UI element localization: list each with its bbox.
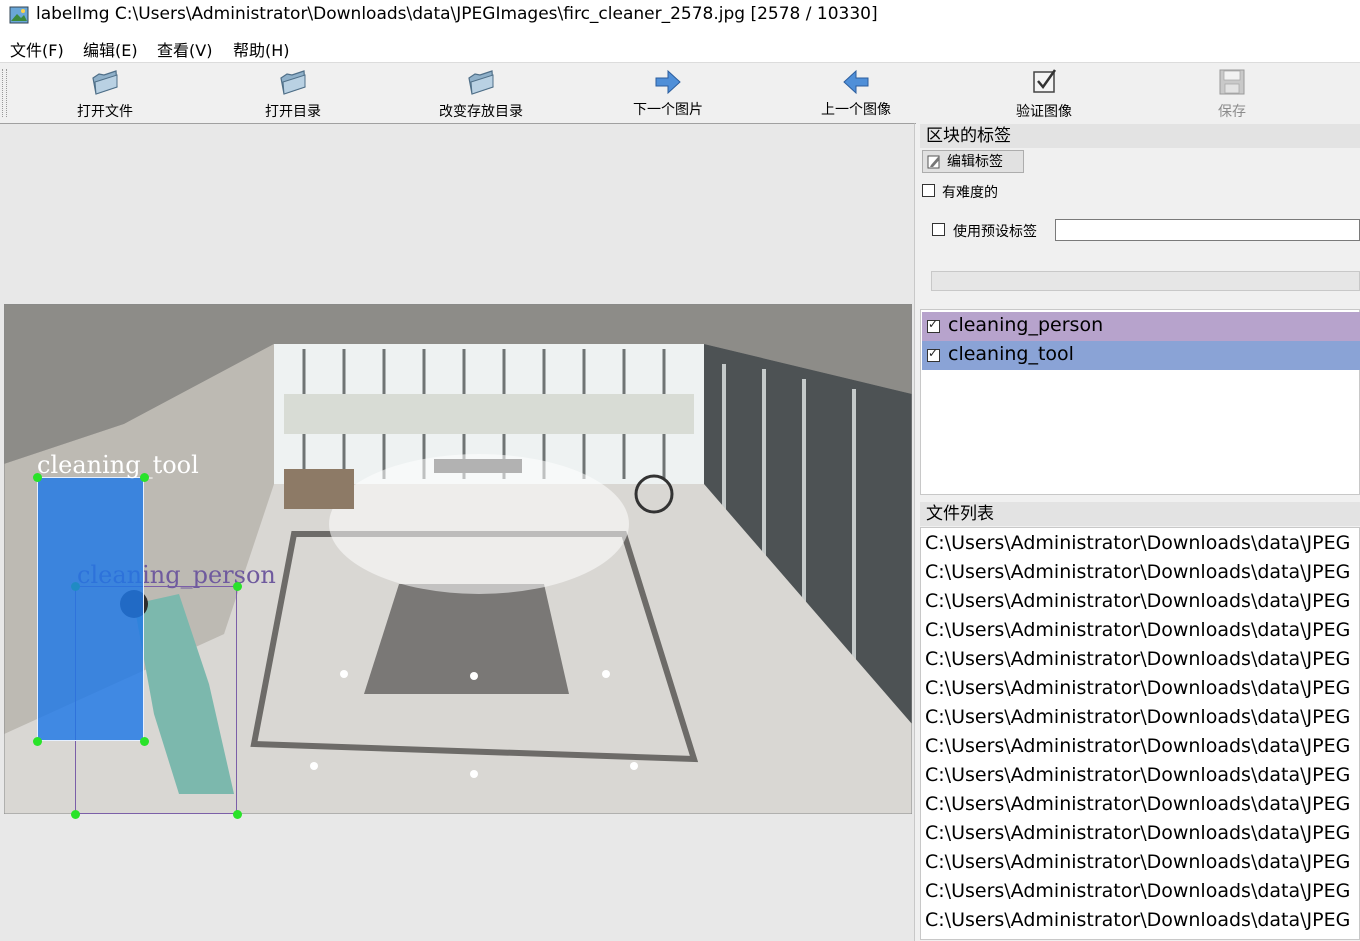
bbox-vertex[interactable] bbox=[33, 737, 42, 746]
change-save-dir-label: 改变存放目录 bbox=[439, 104, 523, 120]
open-file-button[interactable]: 打开文件 bbox=[40, 65, 170, 121]
annotation-canvas[interactable]: cleaning_person cleaning_tool bbox=[0, 123, 915, 941]
checkmark-box-icon bbox=[1033, 69, 1057, 93]
bbox-vertex[interactable] bbox=[33, 473, 42, 482]
open-dir-label: 打开目录 bbox=[265, 104, 321, 120]
file-list-dock-title: 文件列表 bbox=[920, 502, 1360, 526]
verify-image-button[interactable]: 验证图像 bbox=[979, 65, 1109, 121]
folder-icon bbox=[280, 70, 306, 95]
menu-edit[interactable]: 编辑(E) bbox=[83, 37, 138, 61]
label-list-item-text: cleaning_tool bbox=[948, 343, 1074, 365]
floppy-disk-icon bbox=[1219, 69, 1245, 95]
labelimg-app-icon bbox=[9, 6, 29, 24]
menu-file[interactable]: 文件(F) bbox=[10, 37, 64, 61]
bbox-cleaning-tool[interactable] bbox=[37, 477, 144, 741]
toolbar: 打开文件 打开目录 改变存放目录 下一个图片 上一个图像 验证图像 保存 bbox=[0, 62, 1360, 124]
label-visible-checkbox[interactable] bbox=[927, 346, 940, 362]
file-list-item[interactable]: C:\Users\Administrator\Downloads\data\JP… bbox=[925, 532, 1350, 561]
label-list-item[interactable]: cleaning_tool bbox=[922, 341, 1360, 370]
bbox-vertex[interactable] bbox=[71, 810, 80, 819]
file-list-item[interactable]: C:\Users\Administrator\Downloads\data\JP… bbox=[925, 909, 1350, 938]
edit-label-button[interactable]: 编辑标签 bbox=[922, 150, 1024, 173]
menu-view[interactable]: 查看(V) bbox=[157, 37, 212, 61]
folder-icon bbox=[92, 70, 118, 95]
file-list-item[interactable]: C:\Users\Administrator\Downloads\data\JP… bbox=[925, 706, 1350, 735]
file-list: C:\Users\Administrator\Downloads\data\JP… bbox=[920, 527, 1360, 940]
use-default-label-checkbox[interactable] bbox=[932, 223, 945, 236]
label-list-item[interactable]: cleaning_person bbox=[922, 312, 1360, 341]
arrow-left-icon bbox=[843, 69, 869, 95]
open-dir-button[interactable]: 打开目录 bbox=[228, 65, 358, 121]
menu-bar: 文件(F) 编辑(E) 查看(V) 帮助(H) bbox=[0, 32, 1360, 62]
save-label: 保存 bbox=[1218, 104, 1246, 120]
edit-pencil-icon bbox=[927, 155, 940, 169]
default-label-input[interactable] bbox=[1055, 219, 1360, 241]
difficult-label: 有难度的 bbox=[942, 185, 998, 201]
file-list-item[interactable]: C:\Users\Administrator\Downloads\data\JP… bbox=[925, 793, 1350, 822]
bbox-vertex[interactable] bbox=[233, 582, 242, 591]
save-button[interactable]: 保存 bbox=[1167, 65, 1297, 121]
next-image-button[interactable]: 下一个图片 bbox=[603, 65, 733, 121]
arrow-right-icon bbox=[655, 69, 681, 95]
file-list-item[interactable]: C:\Users\Administrator\Downloads\data\JP… bbox=[925, 648, 1350, 677]
file-list-item[interactable]: C:\Users\Administrator\Downloads\data\JP… bbox=[925, 735, 1350, 764]
file-list-item[interactable]: C:\Users\Administrator\Downloads\data\JP… bbox=[925, 677, 1350, 706]
bbox-vertex[interactable] bbox=[140, 473, 149, 482]
next-image-label: 下一个图片 bbox=[633, 102, 703, 118]
change-save-dir-button[interactable]: 改变存放目录 bbox=[416, 65, 546, 121]
file-list-item[interactable]: C:\Users\Administrator\Downloads\data\JP… bbox=[925, 590, 1350, 619]
label-list: cleaning_person cleaning_tool bbox=[920, 309, 1360, 495]
file-list-item[interactable]: C:\Users\Administrator\Downloads\data\JP… bbox=[925, 561, 1350, 590]
file-list-item[interactable]: C:\Users\Administrator\Downloads\data\JP… bbox=[925, 764, 1350, 793]
difficult-checkbox[interactable] bbox=[922, 184, 935, 197]
label-combo-box[interactable] bbox=[931, 271, 1360, 291]
verify-image-label: 验证图像 bbox=[1016, 104, 1072, 120]
open-file-label: 打开文件 bbox=[77, 104, 133, 120]
file-list-item[interactable]: C:\Users\Administrator\Downloads\data\JP… bbox=[925, 822, 1350, 851]
prev-image-label: 上一个图像 bbox=[821, 102, 891, 118]
box-labels-dock-title: 区块的标签 bbox=[920, 124, 1360, 148]
title-bar: labelImg C:\Users\Administrator\Download… bbox=[0, 0, 1360, 32]
file-list-item[interactable]: C:\Users\Administrator\Downloads\data\JP… bbox=[925, 880, 1350, 909]
label-list-item-text: cleaning_person bbox=[948, 314, 1104, 336]
file-list-item[interactable]: C:\Users\Administrator\Downloads\data\JP… bbox=[925, 619, 1350, 648]
menu-help[interactable]: 帮助(H) bbox=[233, 37, 290, 61]
prev-image-button[interactable]: 上一个图像 bbox=[791, 65, 921, 121]
bbox-vertex[interactable] bbox=[233, 810, 242, 819]
label-visible-checkbox[interactable] bbox=[927, 317, 940, 333]
file-list-item[interactable]: C:\Users\Administrator\Downloads\data\JP… bbox=[925, 851, 1350, 880]
bbox-vertex[interactable] bbox=[140, 737, 149, 746]
window-title: labelImg C:\Users\Administrator\Download… bbox=[36, 4, 878, 24]
toolbar-grip[interactable] bbox=[2, 69, 7, 117]
right-dock-panel: 区块的标签 编辑标签 有难度的 使用预设标签 cleaning_person c… bbox=[916, 123, 1360, 940]
edit-label-text: 编辑标签 bbox=[947, 154, 1003, 170]
use-default-label-text: 使用预设标签 bbox=[953, 224, 1037, 240]
folder-icon bbox=[468, 70, 494, 95]
bbox-label-cleaning-tool: cleaning_tool bbox=[37, 451, 199, 479]
